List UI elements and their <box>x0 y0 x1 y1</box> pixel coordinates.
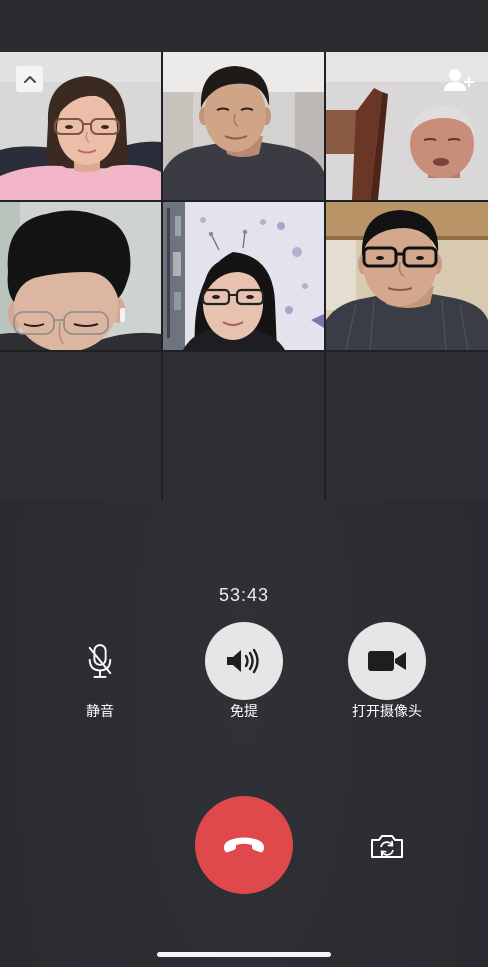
participant-video <box>163 52 324 200</box>
video-tile[interactable] <box>0 202 161 350</box>
video-grid <box>0 52 488 500</box>
video-tile[interactable] <box>326 52 488 200</box>
switch-camera-button[interactable] <box>365 824 409 868</box>
empty-video-slot <box>163 352 324 500</box>
mute-control: 静音 <box>50 622 150 722</box>
video-camera-icon <box>366 648 408 674</box>
video-call-screen: 53:43 静音 免提 打开摄像头 <box>0 0 488 967</box>
hangup-icon <box>220 835 268 855</box>
camera-control: 打开摄像头 <box>337 622 437 722</box>
empty-video-slot <box>0 352 161 500</box>
speaker-label: 免提 <box>230 704 258 720</box>
participant-video <box>163 202 324 350</box>
speaker-control: 免提 <box>194 622 294 722</box>
participant-video <box>0 202 161 350</box>
mute-label: 静音 <box>86 704 114 720</box>
status-bar <box>0 0 488 52</box>
video-tile[interactable] <box>163 52 324 200</box>
add-member-button[interactable] <box>442 67 476 93</box>
camera-label: 打开摄像头 <box>352 704 422 720</box>
chevron-up-icon <box>23 74 37 84</box>
video-tile[interactable] <box>326 202 488 350</box>
participant-video <box>326 202 488 350</box>
call-timer: 53:43 <box>218 585 270 605</box>
speaker-icon <box>224 647 264 675</box>
mic-off-icon <box>85 642 115 680</box>
empty-video-slot <box>326 352 488 500</box>
video-tile[interactable] <box>163 202 324 350</box>
add-member-icon <box>443 68 475 92</box>
video-tile[interactable] <box>0 52 161 200</box>
hangup-button[interactable] <box>195 796 293 894</box>
collapse-button[interactable] <box>16 66 43 92</box>
switch-camera-icon <box>369 831 405 861</box>
mute-button[interactable] <box>61 622 139 700</box>
speaker-button[interactable] <box>205 622 283 700</box>
home-indicator[interactable] <box>157 952 331 957</box>
camera-button[interactable] <box>348 622 426 700</box>
